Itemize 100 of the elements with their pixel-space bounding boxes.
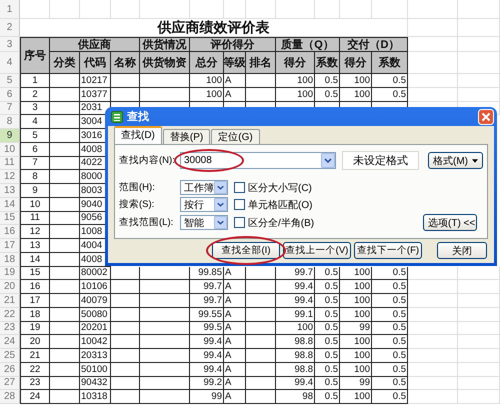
options-button[interactable]: 选项(T) <<: [423, 214, 477, 231]
column-header: 排名: [246, 52, 276, 74]
column-header: 系数: [372, 52, 408, 74]
table-cell: 8: [20, 170, 50, 184]
table-cell: 1: [20, 74, 50, 88]
table-cell: 0.5: [372, 294, 408, 308]
tab[interactable]: 查找(D): [114, 126, 162, 144]
table-cell: 100: [340, 308, 372, 322]
format-status: 未设定格式: [342, 151, 419, 170]
table-cell: 0.5: [315, 74, 340, 88]
find-button[interactable]: 查找下一个(F): [354, 242, 422, 259]
row-header[interactable]: 24: [0, 335, 20, 349]
table-cell: 0.5: [372, 308, 408, 322]
table-cell: 98.8: [276, 349, 315, 363]
option-label: 搜索(S):: [119, 198, 156, 211]
table-cell: 6: [20, 142, 50, 156]
table-cell: A: [224, 390, 246, 404]
table-cell: 100: [340, 88, 372, 102]
row-header[interactable]: 7: [0, 102, 20, 116]
row-header[interactable]: 16: [0, 225, 20, 239]
row-header[interactable]: 2: [0, 19, 20, 37]
table-cell: 22: [20, 362, 50, 376]
row-header[interactable]: 13: [0, 184, 20, 198]
row-header[interactable]: 6: [0, 88, 20, 102]
row-header[interactable]: 5: [0, 74, 20, 88]
column-header: 供应商: [50, 37, 140, 52]
table-cell: 99.5: [190, 322, 224, 336]
row-header[interactable]: 12: [0, 170, 20, 184]
find-button[interactable]: 查找全部(I): [212, 242, 280, 259]
table-cell: A: [224, 349, 246, 363]
row-header[interactable]: 22: [0, 308, 20, 322]
row-header[interactable]: 28: [0, 390, 20, 404]
row-header[interactable]: 18: [0, 252, 20, 266]
row-header[interactable]: 1: [0, 0, 20, 19]
table-cell: 20313: [80, 349, 111, 363]
table-cell: 0.5: [372, 349, 408, 363]
table-cell: 4: [20, 115, 50, 129]
table-cell: 50100: [80, 362, 111, 376]
column-header: 供货物资: [140, 52, 190, 74]
table-cell: 98: [276, 390, 315, 404]
row-header[interactable]: 26: [0, 362, 20, 376]
format-button[interactable]: 格式(M): [428, 152, 483, 169]
row-header[interactable]: 11: [0, 156, 20, 170]
table-cell: 99.4: [276, 376, 315, 390]
table-cell: 0.5: [315, 294, 340, 308]
row-header[interactable]: 8: [0, 115, 20, 129]
table-cell: 21: [20, 349, 50, 363]
table-cell: A: [224, 74, 246, 88]
find-input-field[interactable]: 30008: [180, 152, 336, 169]
table-cell: 0.5: [372, 88, 408, 102]
row-header[interactable]: 15: [0, 212, 20, 226]
row-header[interactable]: 9: [0, 129, 20, 143]
row-header[interactable]: 14: [0, 198, 20, 212]
column-header: 评价得分: [190, 37, 276, 52]
table-cell: 20: [20, 335, 50, 349]
table-cell: 10: [20, 198, 50, 212]
row-header[interactable]: 27: [0, 376, 20, 390]
table-cell: 99.4: [276, 280, 315, 294]
option-select[interactable]: 工作簿: [180, 180, 228, 195]
tab[interactable]: 替换(P): [162, 129, 210, 144]
row-header[interactable]: 21: [0, 294, 20, 308]
table-cell: A: [224, 322, 246, 336]
table-cell: 98.8: [276, 335, 315, 349]
table-cell: 100: [190, 88, 224, 102]
input-value: 30008: [184, 155, 212, 166]
table-cell: 10217: [80, 74, 111, 88]
table-cell: 3: [20, 102, 50, 116]
table-cell: 0.5: [372, 74, 408, 88]
row-header[interactable]: 19: [0, 266, 20, 280]
table-cell: 99.55: [190, 308, 224, 322]
checkbox-label: 区分大小写(C): [248, 182, 312, 194]
column-header: 名称: [111, 52, 140, 74]
table-cell: 99.7: [190, 294, 224, 308]
table-cell: 100: [340, 335, 372, 349]
table-cell: 20201: [80, 322, 111, 336]
row-header[interactable]: 3: [0, 37, 20, 52]
option-select[interactable]: 按行: [180, 197, 228, 212]
row-header[interactable]: 23: [0, 322, 20, 336]
table-cell: 98.8: [276, 362, 315, 376]
table-cell: 17: [20, 294, 50, 308]
column-header: 得分: [340, 52, 372, 74]
row-header[interactable]: 25: [0, 349, 20, 363]
table-cell: 0.5: [315, 308, 340, 322]
row-header[interactable]: 4: [0, 52, 20, 74]
table-cell: 100: [340, 74, 372, 88]
table-cell: 100: [340, 280, 372, 294]
field-label: 查找内容(N):: [119, 154, 176, 167]
row-header[interactable]: 20: [0, 280, 20, 294]
table-cell: 7: [20, 156, 50, 170]
table-cell: 100: [276, 322, 315, 336]
table-cell: 99.2: [190, 376, 224, 390]
row-header[interactable]: 10: [0, 142, 20, 156]
find-button[interactable]: 查找上一个(V): [283, 242, 351, 259]
close-button[interactable]: 关闭: [437, 242, 487, 259]
row-header[interactable]: 17: [0, 239, 20, 253]
tab[interactable]: 定位(G): [211, 129, 260, 144]
table-cell: 0.5: [315, 349, 340, 363]
option-select[interactable]: 智能: [180, 215, 228, 230]
table-cell: 10377: [80, 88, 111, 102]
table-cell: 13: [20, 239, 50, 253]
